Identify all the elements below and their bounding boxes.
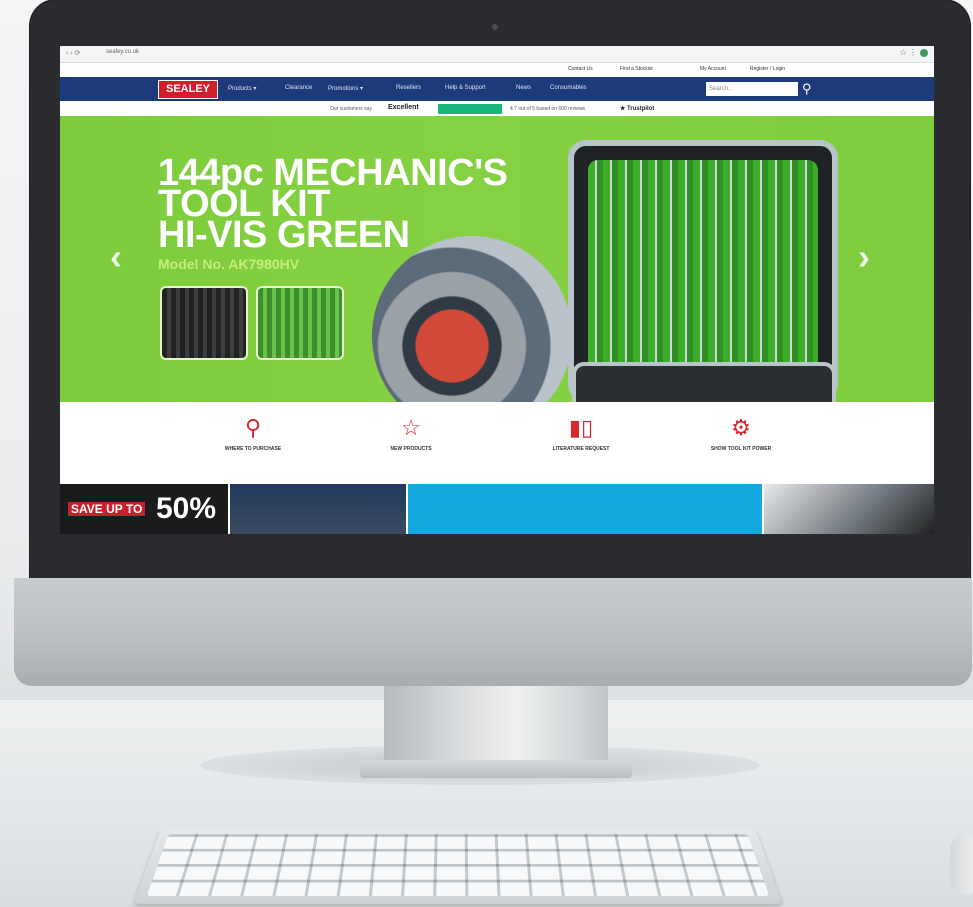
promo-sale-tile[interactable]: SAVE UP TO 50% bbox=[60, 484, 228, 534]
thumbnail-black-kit[interactable] bbox=[160, 286, 248, 360]
feature-label: LITERATURE REQUEST bbox=[552, 446, 610, 452]
top-link-stockist[interactable]: Find a Stockist bbox=[620, 66, 653, 72]
tool-case-tray bbox=[588, 160, 818, 382]
star-icon: ☆ bbox=[401, 415, 421, 440]
nav-products[interactable]: Products ▾ bbox=[228, 85, 256, 92]
feature-label: WHERE TO PURCHASE bbox=[224, 446, 282, 452]
hero-model-number: Model No. AK7980HV bbox=[158, 256, 300, 272]
top-links-bar: Contact Us Find a Stockist My Account Re… bbox=[60, 63, 934, 77]
promo-tile-2[interactable] bbox=[230, 484, 406, 534]
feature-links: ⚲ WHERE TO PURCHASE ☆ NEW PRODUCTS ▮▯ LI… bbox=[60, 402, 934, 484]
address-bar[interactable]: sealey.co.uk bbox=[106, 49, 139, 55]
mouse bbox=[950, 835, 973, 895]
nav-clearance[interactable]: Clearance bbox=[285, 85, 312, 91]
browser-nav-buttons[interactable]: ‹ › ⟳ bbox=[66, 49, 80, 57]
promo-percent: 50% bbox=[156, 492, 217, 525]
browser-actions[interactable]: ☆ ⋮ bbox=[900, 48, 928, 57]
top-link-account[interactable]: My Account bbox=[700, 66, 726, 72]
gear-icon: ⚙ bbox=[731, 415, 751, 440]
feature-new-products[interactable]: ☆ NEW PRODUCTS bbox=[336, 402, 486, 453]
chevron-left-icon[interactable]: ‹ bbox=[110, 236, 122, 278]
mechanic-photo bbox=[372, 236, 572, 402]
search-input[interactable]: Search... bbox=[706, 82, 798, 96]
thumbnail-green-kit[interactable] bbox=[256, 286, 344, 360]
trust-stars-icon bbox=[438, 104, 502, 114]
main-navbar: SEALEY Products ▾ Clearance Promotions ▾… bbox=[60, 77, 934, 101]
top-link-login[interactable]: Register / Login bbox=[750, 66, 785, 72]
promo-save-label: SAVE UP TO bbox=[68, 502, 146, 516]
nav-news[interactable]: News bbox=[516, 85, 531, 91]
nav-help[interactable]: Help & Support bbox=[445, 85, 486, 91]
feature-tool-kit-power[interactable]: ⚙ SHOW TOOL KIT POWER bbox=[666, 402, 816, 453]
keyboard-keys bbox=[146, 834, 770, 896]
feature-where-to-purchase[interactable]: ⚲ WHERE TO PURCHASE bbox=[178, 402, 328, 453]
trustpilot-logo[interactable]: ★ Trustpilot bbox=[620, 105, 654, 112]
feature-label: NEW PRODUCTS bbox=[390, 446, 432, 452]
monitor-stand bbox=[384, 686, 608, 766]
promo-strip: SAVE UP TO 50% bbox=[60, 484, 934, 534]
nav-resellers[interactable]: Resellers bbox=[396, 85, 421, 91]
monitor-stand-base bbox=[360, 760, 632, 778]
feature-label: SHOW TOOL KIT POWER bbox=[710, 446, 772, 452]
trust-score: 4.7 out of 5 based on 600 reviews bbox=[510, 106, 586, 112]
profile-icon[interactable] bbox=[920, 48, 928, 57]
promo-tile-4[interactable] bbox=[764, 484, 934, 534]
nav-consumables[interactable]: Consumables bbox=[550, 85, 587, 91]
trust-intro: Our customers say bbox=[330, 106, 372, 112]
monitor-chin bbox=[14, 578, 972, 686]
top-link-contact[interactable]: Contact Us bbox=[568, 66, 593, 72]
map-pin-icon: ⚲ bbox=[244, 415, 262, 440]
nav-promotions[interactable]: Promotions ▾ bbox=[328, 85, 363, 92]
hero-banner[interactable]: 144pc MECHANIC'S TOOL KIT HI-VIS GREEN M… bbox=[60, 116, 934, 402]
browser-toolbar: ‹ › ⟳ sealey.co.uk ☆ ⋮ bbox=[60, 46, 934, 63]
browser-actions-label: ☆ ⋮ bbox=[899, 48, 917, 57]
chevron-right-icon[interactable]: › bbox=[858, 236, 870, 278]
trust-rating-word: Excellent bbox=[388, 104, 419, 111]
monitor-screen: ‹ › ⟳ sealey.co.uk ☆ ⋮ Contact Us Find a… bbox=[60, 46, 934, 534]
promo-tile-3[interactable] bbox=[408, 484, 762, 534]
camera-icon bbox=[492, 24, 498, 30]
tool-case-lower-tray bbox=[572, 362, 836, 402]
sealey-logo[interactable]: SEALEY bbox=[158, 80, 218, 99]
keyboard bbox=[133, 827, 783, 904]
catalogue-icon: ▮▯ bbox=[568, 415, 594, 440]
search-icon[interactable]: ⚲ bbox=[802, 80, 818, 98]
feature-literature-request[interactable]: ▮▯ LITERATURE REQUEST bbox=[506, 402, 656, 453]
